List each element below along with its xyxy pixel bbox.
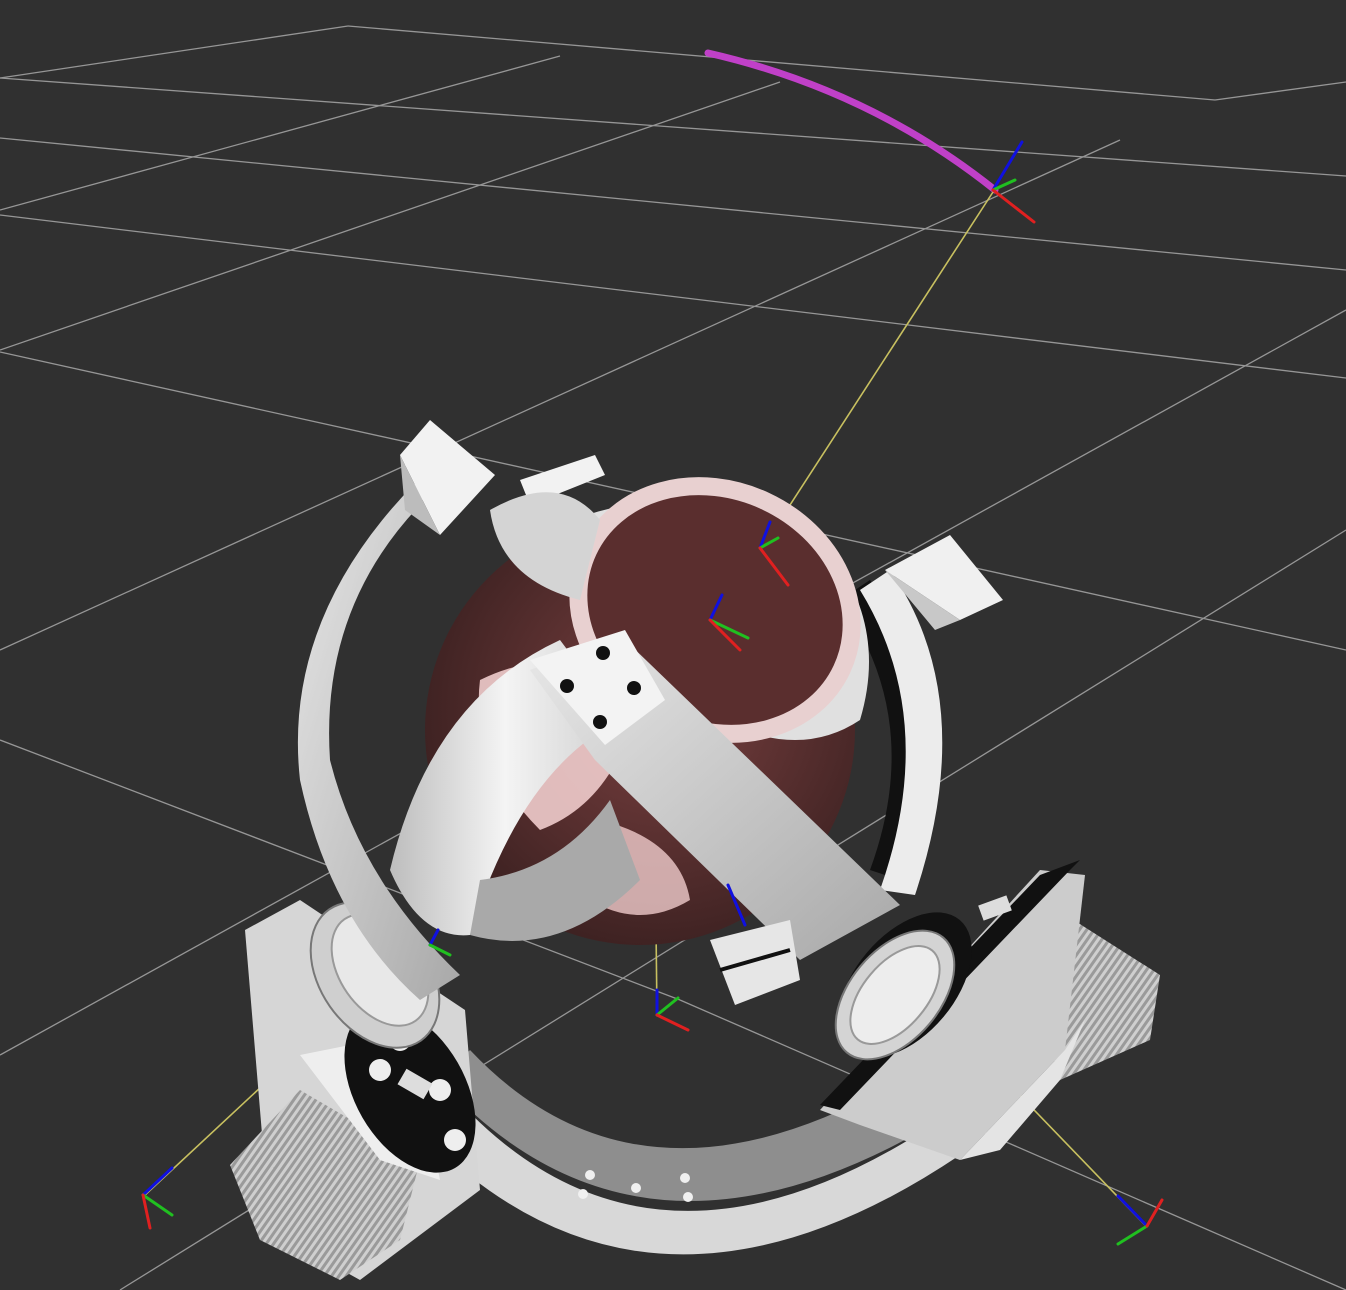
right-motor-frame xyxy=(1116,1194,1164,1246)
3d-viewport[interactable] xyxy=(0,0,1346,1290)
right-ring xyxy=(840,535,1003,895)
base-frame xyxy=(655,988,690,1032)
scene-canvas[interactable] xyxy=(0,0,1346,1290)
left-motor-frame xyxy=(141,1166,174,1230)
trajectory-path xyxy=(704,49,999,194)
